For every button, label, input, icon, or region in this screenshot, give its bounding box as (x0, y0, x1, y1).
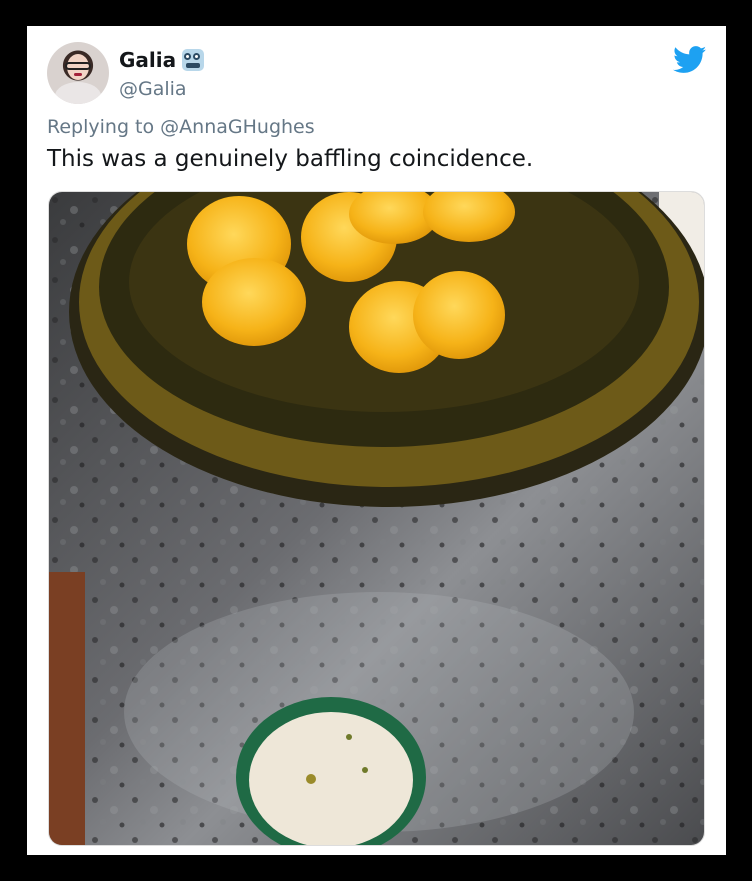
reply-prefix: Replying to (47, 116, 155, 138)
reply-context: Replying to @AnnaGHughes (47, 116, 315, 138)
name-row: Galia (119, 48, 205, 72)
tweet-header: Galia @Galia (47, 42, 707, 106)
photo-eggs-in-bowl (49, 192, 704, 845)
display-name[interactable]: Galia (119, 48, 176, 72)
tweet-photo[interactable] (48, 191, 705, 846)
avatar-body (55, 82, 101, 104)
tweet-text: This was a genuinely baffling coincidenc… (47, 146, 534, 172)
user-handle[interactable]: @Galia (119, 78, 187, 100)
avatar[interactable] (47, 42, 109, 104)
tweet-card: Galia @Galia Replying to @AnnaGHughes Th… (27, 26, 726, 855)
twitter-bird-icon[interactable] (673, 46, 707, 74)
robot-face-icon (182, 49, 205, 71)
avatar-glasses (65, 62, 91, 70)
avatar-lips (74, 73, 82, 76)
reply-mention-link[interactable]: @AnnaGHughes (160, 116, 314, 138)
